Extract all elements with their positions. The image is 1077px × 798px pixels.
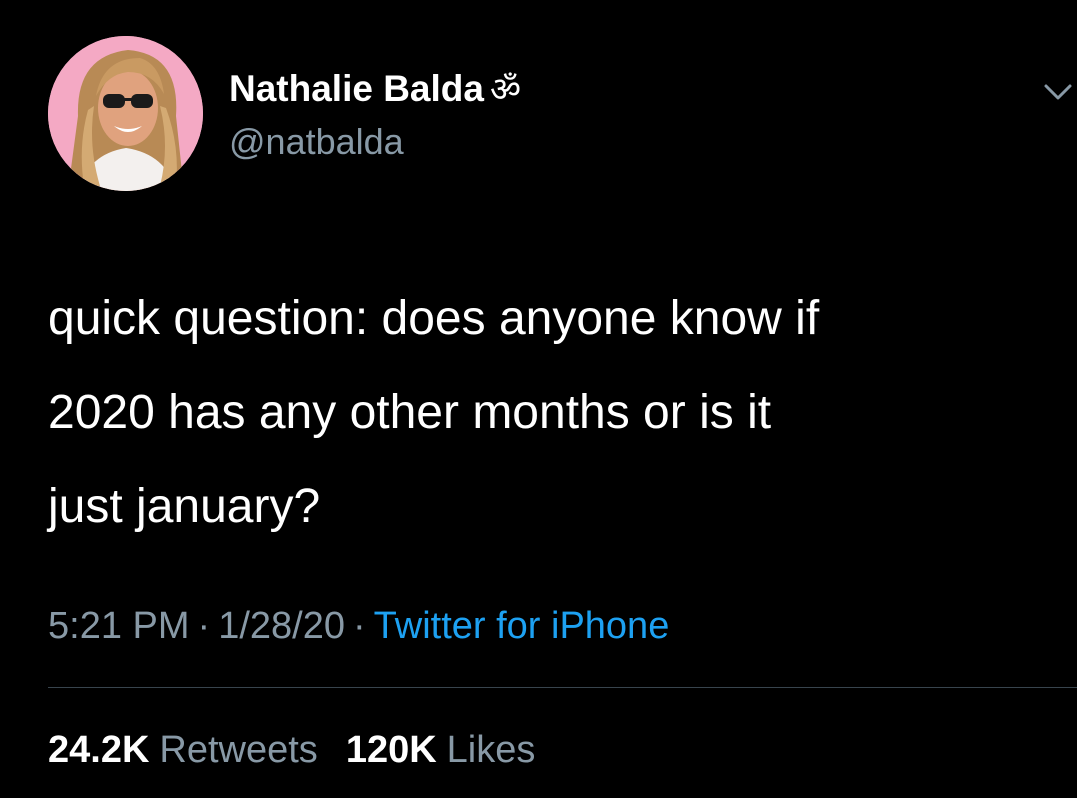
tweet-date[interactable]: 1/28/20 <box>218 605 345 647</box>
likes-stat[interactable]: 120K Likes <box>346 729 536 771</box>
avatar[interactable] <box>48 36 203 191</box>
tweet-meta: 5:21 PM · 1/28/20 · Twitter for iPhone <box>48 602 669 650</box>
tweet-stats: 24.2K Retweets 120K Likes <box>48 726 535 774</box>
name-emoji: ॐ <box>489 70 521 110</box>
tweet-source-link[interactable]: Twitter for iPhone <box>374 605 670 647</box>
likes-count: 120K <box>345 729 437 771</box>
chevron-down-icon <box>1044 84 1072 100</box>
display-name[interactable]: Nathalie Balda ॐ <box>229 66 521 113</box>
display-name-text[interactable]: Nathalie Balda <box>229 68 484 109</box>
retweets-stat[interactable]: 24.2K Retweets <box>48 729 318 771</box>
tweet-text: quick question: does anyone know if 2020… <box>48 292 820 533</box>
divider <box>48 687 1077 688</box>
retweets-count: 24.2K <box>48 729 150 771</box>
meta-separator: · <box>197 605 211 647</box>
tweet-time[interactable]: 5:21 PM <box>48 605 190 647</box>
more-options-button[interactable] <box>1040 76 1076 106</box>
likes-label: Likes <box>446 729 536 771</box>
meta-separator: · <box>352 605 366 647</box>
user-handle[interactable]: @natbalda <box>229 120 404 164</box>
retweets-label: Retweets <box>159 729 318 771</box>
avatar-photo <box>48 36 203 191</box>
tweet-card: Nathalie Balda ॐ @natbalda quick question… <box>0 0 1077 798</box>
